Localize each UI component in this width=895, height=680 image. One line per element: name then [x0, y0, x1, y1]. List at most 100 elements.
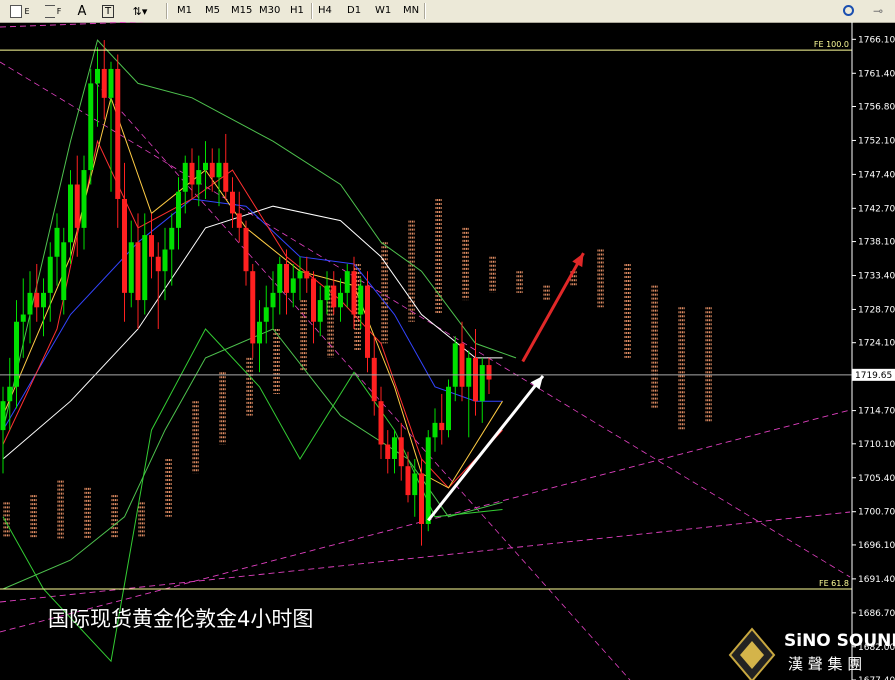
- projection-arrow-red-shaft: [521, 252, 585, 363]
- candle-body: [74, 184, 80, 228]
- candle-body: [135, 242, 141, 301]
- current-price-label: 1719.65: [855, 371, 892, 381]
- candle: [216, 148, 222, 207]
- candle-body: [95, 68, 100, 84]
- candle: [270, 271, 276, 329]
- signals-button[interactable]: ⊸: [866, 2, 890, 19]
- arrows-tool-button[interactable]: ⇅▾: [124, 2, 156, 21]
- candle: [263, 285, 269, 344]
- candle-body: [101, 68, 107, 98]
- candle-body: [128, 242, 134, 293]
- text-tool-icon: T: [101, 5, 115, 18]
- search-button[interactable]: [840, 2, 856, 19]
- candle-body: [270, 292, 276, 308]
- sino-sound-logo: SiNO SOUND 漢 聲 集 團: [728, 627, 895, 680]
- candle: [365, 271, 370, 373]
- candle-body: [371, 357, 377, 402]
- candle: [81, 155, 87, 250]
- candle: [223, 133, 229, 199]
- candle: [243, 220, 249, 286]
- candle-body: [162, 249, 168, 272]
- candle: [432, 408, 438, 452]
- candle-body: [20, 314, 26, 322]
- timeframe-m1[interactable]: M1: [174, 2, 195, 19]
- candle-body: [365, 285, 370, 358]
- timeframe-h4[interactable]: H4: [315, 2, 335, 19]
- candle-body: [54, 227, 60, 257]
- candle-body: [47, 256, 53, 293]
- timeframe-w1[interactable]: W1: [372, 2, 394, 19]
- price-tick-label: 1705.40: [858, 474, 895, 484]
- candle-body: [398, 437, 404, 467]
- candle-body: [311, 278, 316, 322]
- candle-body: [115, 68, 121, 199]
- candle-body: [446, 386, 451, 431]
- price-tick-label: 1724.10: [858, 339, 895, 349]
- indicator-list-icon: [10, 5, 23, 18]
- timeframe-m15[interactable]: M15: [228, 2, 255, 19]
- ichimoku-cloud-layer: [3, 198, 712, 539]
- projection-arrow-red: [521, 252, 585, 363]
- candle: [331, 271, 337, 315]
- trend-channel-line: [0, 409, 851, 633]
- fib-level-label: FE 100.0: [814, 40, 849, 49]
- arrows-icon: ⇅▾: [132, 5, 148, 18]
- price-tick-label: 1710.10: [858, 440, 895, 450]
- candle-body: [203, 162, 208, 171]
- candle-body: [439, 422, 445, 431]
- search-icon: [842, 5, 854, 16]
- timeframe-m30[interactable]: M30: [256, 2, 283, 19]
- candle: [439, 393, 445, 445]
- trend-channel-line: [94, 81, 631, 680]
- candle: [14, 300, 19, 409]
- timeframe-h1[interactable]: H1: [287, 2, 307, 19]
- candle-body: [317, 300, 323, 322]
- toolbar-separator: [311, 3, 313, 19]
- candle-body: [466, 357, 472, 387]
- price-tick-label: 1761.40: [858, 69, 895, 79]
- price-axis: 1766.10 1761.40 1756.80 1752.10 1747.40 1742.…: [852, 35, 895, 680]
- price-chart[interactable]: FE 100.0 FE 61.8 1766.10 1761.40 1756.80 175…: [0, 22, 895, 680]
- price-tick-label: 1696.10: [858, 541, 895, 551]
- candle: [61, 227, 67, 315]
- text-tool-button[interactable]: T: [96, 2, 120, 21]
- candle-body: [290, 278, 296, 293]
- fibonacci-icon: [44, 5, 55, 18]
- candle-body: [81, 170, 87, 228]
- candle: [189, 148, 195, 199]
- price-tick-label: 1738.10: [858, 238, 895, 248]
- candle: [378, 386, 384, 459]
- price-tick-label: 1686.70: [858, 609, 895, 619]
- candle-body: [176, 191, 181, 228]
- timeframe-d1[interactable]: D1: [344, 2, 364, 19]
- candle: [250, 263, 256, 358]
- fibonacci-tool-button[interactable]: F: [37, 2, 69, 21]
- candle: [311, 271, 316, 344]
- timeframe-m5[interactable]: M5: [202, 2, 223, 19]
- price-tick-label: 1714.70: [858, 407, 895, 417]
- candle: [317, 285, 323, 337]
- candle-body: [432, 422, 438, 438]
- price-tick-label: 1742.70: [858, 204, 895, 214]
- candle: [473, 328, 478, 416]
- text-label-button[interactable]: A: [70, 2, 94, 21]
- price-tick-label: 1733.40: [858, 272, 895, 282]
- candle: [419, 458, 424, 546]
- candle: [479, 357, 485, 423]
- candle-body: [41, 292, 46, 308]
- price-tick-label: 1747.40: [858, 170, 895, 180]
- candle-body: [7, 386, 13, 402]
- candle-body: [250, 271, 256, 344]
- indicator-list-button[interactable]: E: [2, 2, 38, 21]
- candle-body: [257, 321, 262, 344]
- trend-channel-layer: [0, 22, 851, 680]
- candle: [196, 155, 202, 207]
- candle-body: [61, 242, 67, 301]
- candle-body: [88, 83, 94, 171]
- timeframe-mn[interactable]: MN: [400, 2, 422, 19]
- candle-body: [331, 285, 337, 308]
- candle: [47, 242, 53, 322]
- candle-body: [236, 213, 242, 228]
- candle: [392, 430, 397, 474]
- candle-body: [14, 321, 19, 387]
